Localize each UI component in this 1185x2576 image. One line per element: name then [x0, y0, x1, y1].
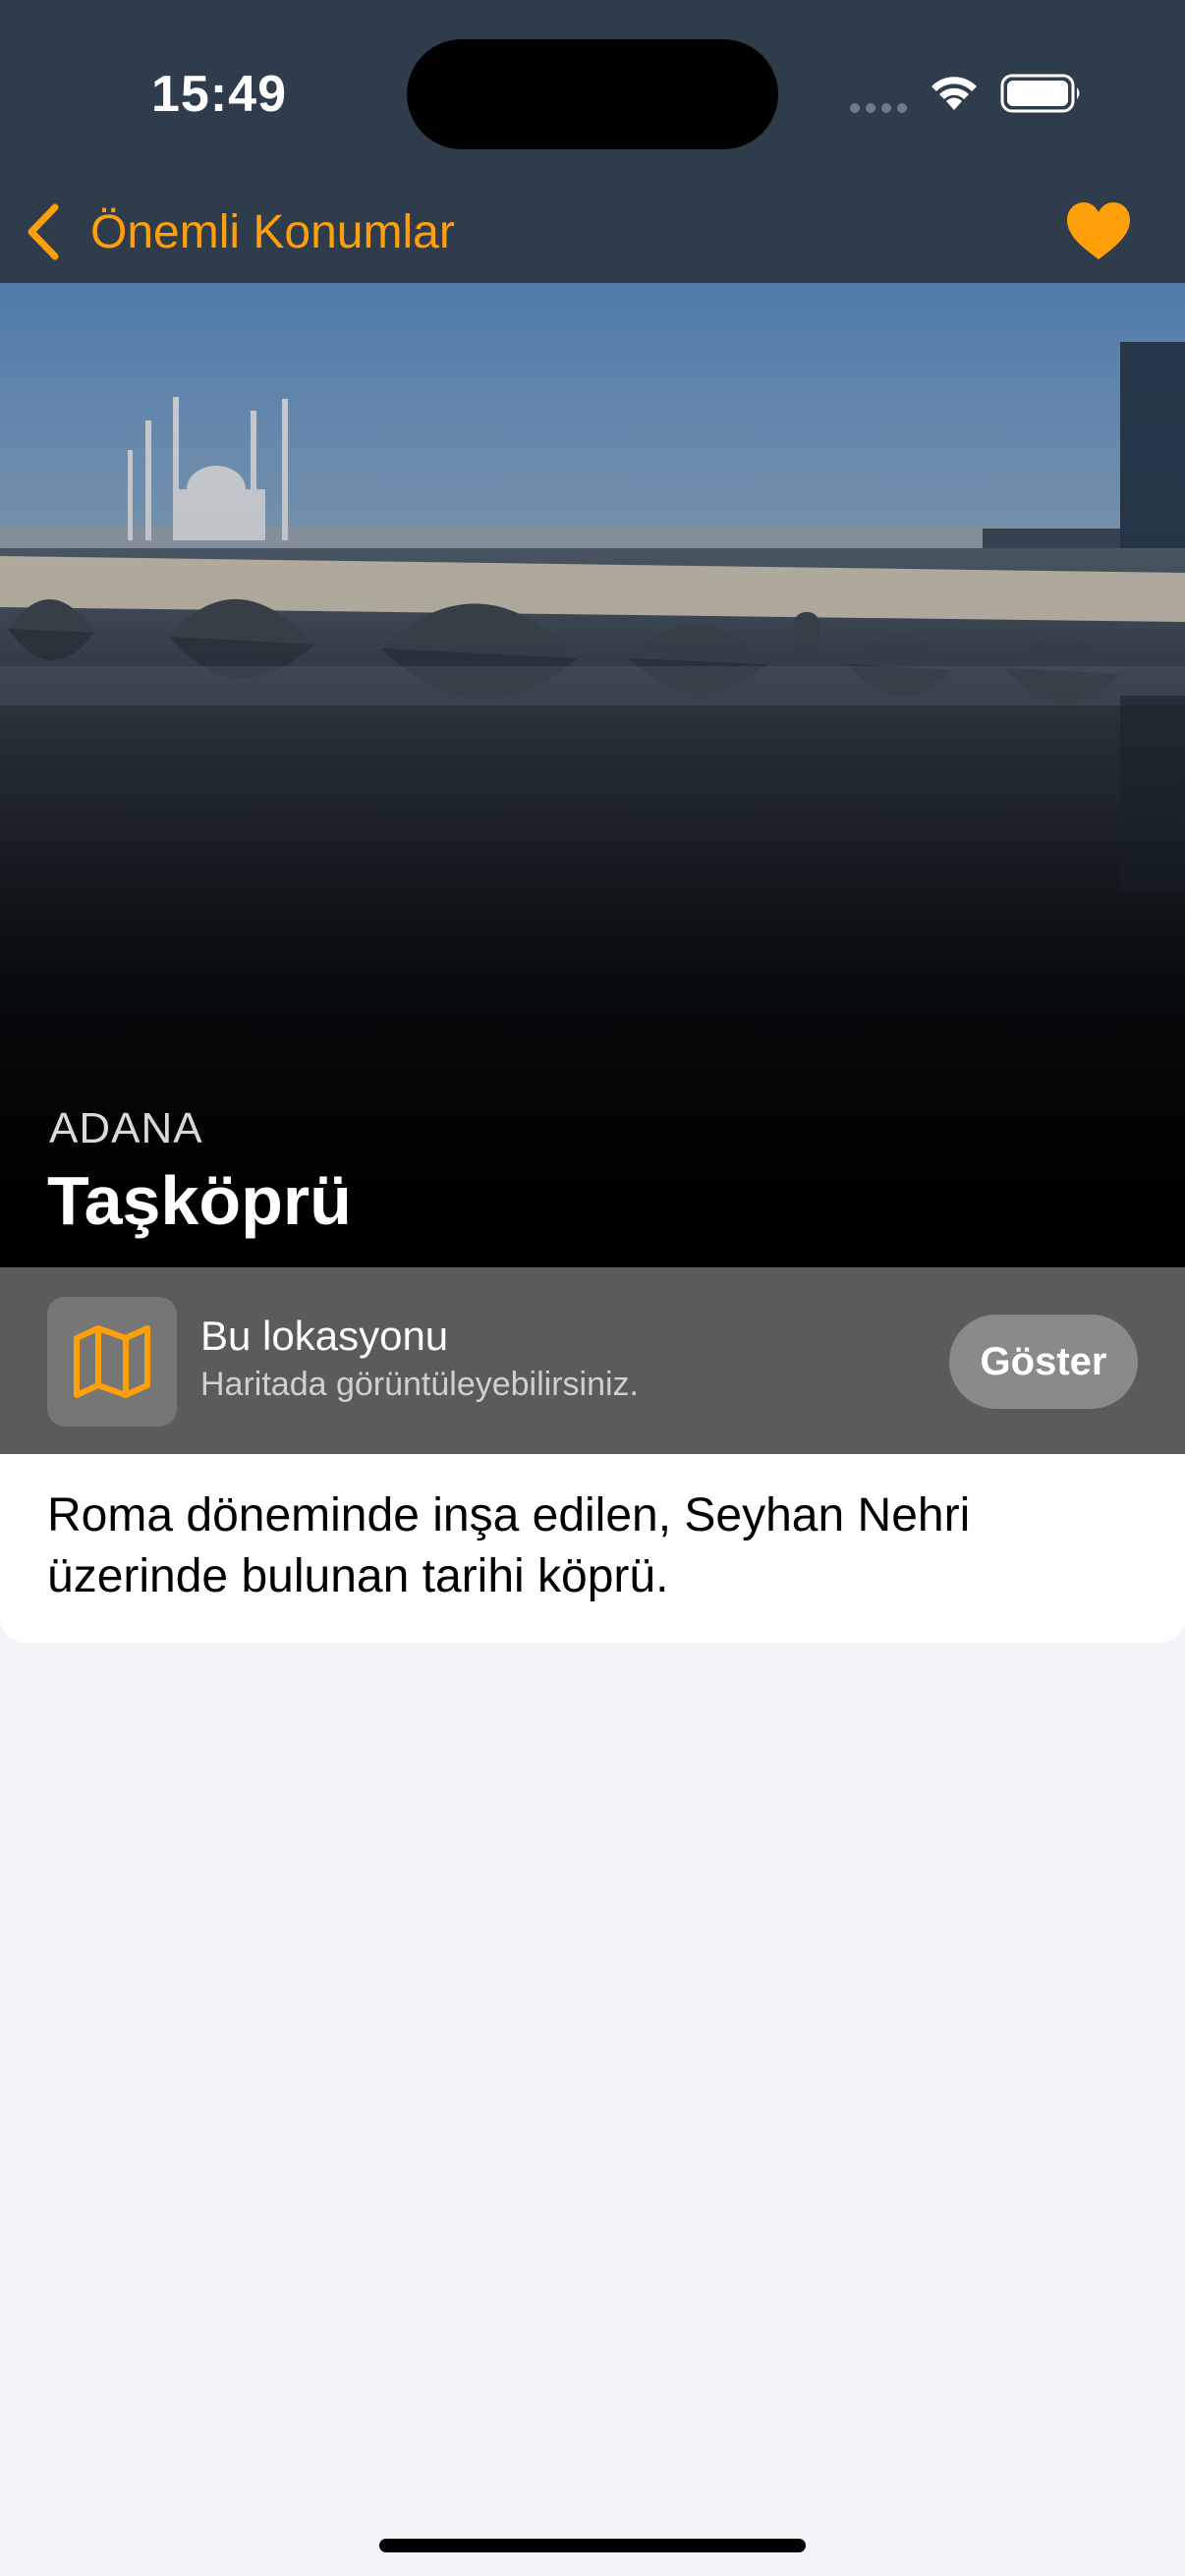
map-row: Bu lokasyonu Haritada görüntüleyebilirsi… [0, 1267, 1185, 1454]
cellular-signal-icon [850, 103, 907, 113]
hero-image: ADANA Taşköprü [0, 283, 1185, 1267]
place-description: Roma döneminde inşa edilen, Seyhan Nehri… [47, 1489, 971, 1602]
place-title: Taşköprü [47, 1162, 352, 1239]
map-row-title: Bu lokasyonu [200, 1313, 449, 1359]
back-button-label: Önemli Konumlar [90, 205, 455, 258]
heart-icon[interactable] [1063, 198, 1134, 263]
map-icon-container [47, 1297, 177, 1427]
wifi-icon [931, 77, 977, 110]
show-on-map-button[interactable]: Göster [949, 1315, 1138, 1409]
map-icon [74, 1325, 150, 1398]
place-region: ADANA [49, 1104, 203, 1152]
description-card: Roma döneminde inşa edilen, Seyhan Nehri… [0, 1454, 1185, 1643]
dynamic-island [407, 39, 778, 149]
back-button[interactable]: Önemli Konumlar [22, 193, 455, 271]
status-time: 15:49 [151, 66, 287, 123]
map-row-subtitle: Haritada görüntüleyebilirsiniz. [200, 1366, 640, 1403]
home-indicator[interactable] [379, 2539, 806, 2552]
chevron-left-icon [28, 203, 59, 260]
top-header: 15:49 Önemli Konumlar [0, 0, 1185, 283]
battery-icon [1000, 74, 1080, 113]
